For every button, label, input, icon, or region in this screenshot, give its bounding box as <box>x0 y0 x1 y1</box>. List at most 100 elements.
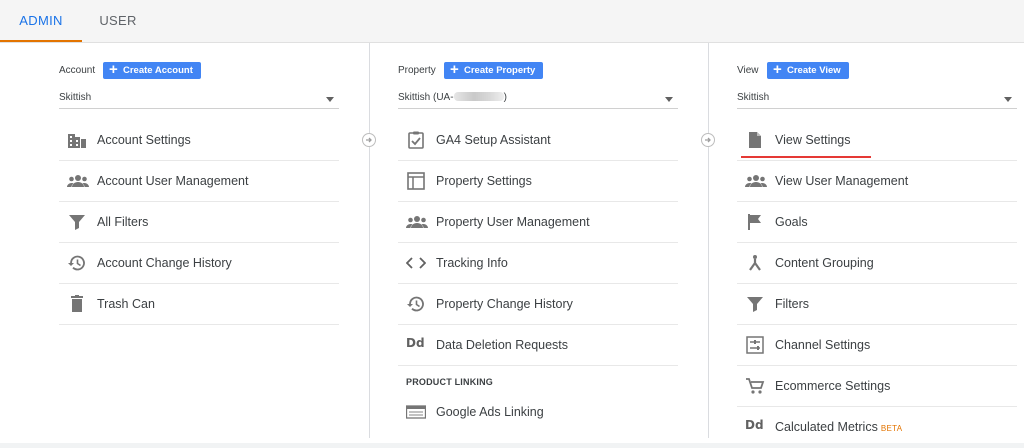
code-icon <box>406 254 426 272</box>
flag-icon <box>745 213 765 231</box>
menu-item-data-deletion-requests[interactable]: Dd Data Deletion Requests <box>398 325 678 366</box>
menu-item-label: Account Settings <box>97 133 191 147</box>
filter-icon <box>745 295 765 313</box>
property-selected-prefix: Skittish (UA- <box>398 92 454 103</box>
menu-item-label: Calculated Metrics <box>775 420 878 434</box>
view-column: View + Create View Skittish View Settings <box>737 43 1017 443</box>
menu-item-all-filters[interactable]: All Filters <box>59 202 339 243</box>
building-icon <box>67 131 87 149</box>
menu-item-label: Trash Can <box>97 297 155 311</box>
people-icon <box>406 213 428 231</box>
account-column: Account + Create Account Skittish Account… <box>59 43 339 443</box>
menu-item-label: GA4 Setup Assistant <box>436 133 551 147</box>
dropdown-caret-icon <box>326 97 334 102</box>
menu-item-label: Property Change History <box>436 297 573 311</box>
menu-item-label: Ecommerce Settings <box>775 379 891 393</box>
redacted-id <box>453 92 504 101</box>
account-selector[interactable]: Skittish <box>59 90 339 109</box>
column-divider <box>369 43 370 438</box>
tab-admin[interactable]: ADMIN <box>0 0 82 42</box>
dropdown-caret-icon <box>1004 97 1012 102</box>
create-property-label: Create Property <box>464 65 536 76</box>
section-title: PRODUCT LINKING <box>406 377 493 387</box>
view-menu: View Settings View User Management Goals <box>737 120 1017 448</box>
property-selected-suffix: ) <box>503 92 507 103</box>
plus-icon: + <box>450 61 459 78</box>
channel-settings-icon <box>745 336 765 354</box>
column-divider <box>708 43 709 438</box>
view-label: View <box>737 65 759 76</box>
menu-item-label: Account Change History <box>97 256 232 270</box>
people-icon <box>67 172 89 190</box>
create-property-button[interactable]: + Create Property <box>444 61 544 79</box>
create-account-label: Create Account <box>123 65 193 76</box>
menu-item-label: Property User Management <box>436 215 590 229</box>
ads-linking-icon <box>406 403 426 421</box>
filter-icon <box>67 213 87 231</box>
menu-item-property-user-management[interactable]: Property User Management <box>398 202 678 243</box>
menu-item-property-settings[interactable]: Property Settings <box>398 161 678 202</box>
web-icon <box>406 172 426 190</box>
menu-item-label: Tracking Info <box>436 256 508 270</box>
menu-item-google-ads-linking[interactable]: Google Ads Linking <box>398 392 678 433</box>
property-selector[interactable]: Skittish (UA-) <box>398 90 678 109</box>
create-view-label: Create View <box>787 65 841 76</box>
highlight-underline <box>741 156 871 158</box>
menu-item-trash-can[interactable]: Trash Can <box>59 284 339 325</box>
dropdown-caret-icon <box>665 97 673 102</box>
tab-user[interactable]: USER <box>91 0 145 42</box>
menu-item-label: View User Management <box>775 174 909 188</box>
property-label: Property <box>398 65 436 76</box>
cart-icon <box>745 377 765 395</box>
menu-item-channel-settings[interactable]: Channel Settings <box>737 325 1017 366</box>
property-column: Property + Create Property Skittish (UA-)… <box>398 43 678 443</box>
plus-icon: + <box>773 61 782 78</box>
account-selected: Skittish <box>59 92 92 103</box>
clipboard-check-icon <box>406 131 426 149</box>
document-icon <box>745 131 765 149</box>
beta-badge: BETA <box>880 424 903 433</box>
menu-item-label: Property Settings <box>436 174 532 188</box>
menu-item-account-settings[interactable]: Account Settings <box>59 120 339 161</box>
menu-item-label: Data Deletion Requests <box>436 338 569 352</box>
tab-bar: ADMIN USER <box>0 0 1024 43</box>
menu-item-label: Google Ads Linking <box>436 405 544 419</box>
account-menu: Account Settings Account User Management… <box>59 120 339 325</box>
menu-item-view-settings[interactable]: View Settings <box>737 120 1017 161</box>
grouping-icon <box>745 254 765 272</box>
people-icon <box>745 172 767 190</box>
menu-item-account-change-history[interactable]: Account Change History <box>59 243 339 284</box>
menu-item-calculated-metrics[interactable]: Dd Calculated Metrics BETA <box>737 407 1017 448</box>
menu-item-content-grouping[interactable]: Content Grouping <box>737 243 1017 284</box>
history-icon <box>67 254 87 272</box>
menu-item-filters[interactable]: Filters <box>737 284 1017 325</box>
arrow-right-icon <box>701 133 715 147</box>
menu-item-view-user-management[interactable]: View User Management <box>737 161 1017 202</box>
product-linking-heading: PRODUCT LINKING <box>398 366 678 392</box>
view-selector[interactable]: Skittish <box>737 90 1017 109</box>
create-view-button[interactable]: + Create View <box>767 62 849 79</box>
property-menu: GA4 Setup Assistant Property Settings Pr… <box>398 120 678 433</box>
view-selected: Skittish <box>737 92 770 103</box>
menu-item-ecommerce-settings[interactable]: Ecommerce Settings <box>737 366 1017 407</box>
menu-item-label: Filters <box>775 297 810 311</box>
menu-item-label: Account User Management <box>97 174 249 188</box>
data-deletion-icon: Dd <box>406 336 425 350</box>
menu-item-account-user-management[interactable]: Account User Management <box>59 161 339 202</box>
menu-item-property-change-history[interactable]: Property Change History <box>398 284 678 325</box>
trash-icon <box>67 295 87 313</box>
menu-item-label: Content Grouping <box>775 256 874 270</box>
menu-item-label: Channel Settings <box>775 338 871 352</box>
history-icon <box>406 295 426 313</box>
arrow-right-icon <box>362 133 376 147</box>
admin-panel: Account + Create Account Skittish Account… <box>0 43 1024 443</box>
property-selected: Skittish (UA-) <box>398 92 507 103</box>
menu-item-label: All Filters <box>97 215 149 229</box>
plus-icon: + <box>109 61 118 78</box>
menu-item-tracking-info[interactable]: Tracking Info <box>398 243 678 284</box>
menu-item-ga4-setup-assistant[interactable]: GA4 Setup Assistant <box>398 120 678 161</box>
account-label: Account <box>59 65 96 76</box>
menu-item-goals[interactable]: Goals <box>737 202 1017 243</box>
create-account-button[interactable]: + Create Account <box>103 62 201 79</box>
menu-item-label: View Settings <box>775 133 851 147</box>
